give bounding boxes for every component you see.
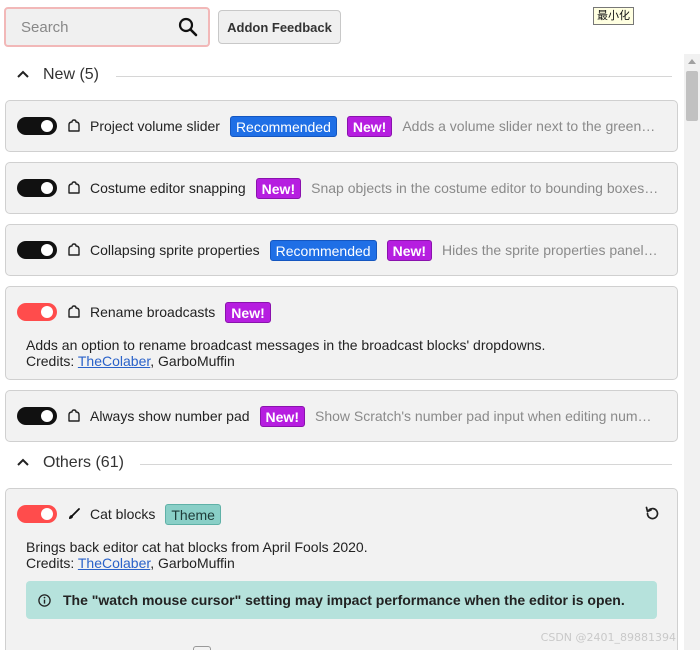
- addon-card-cat-blocks: Cat blocks Theme Brings back editor cat …: [5, 488, 678, 650]
- info-icon: [38, 593, 51, 607]
- addon-header: Costume editor snapping New! Snap object…: [6, 163, 677, 213]
- new-badge: New!: [259, 405, 305, 427]
- puzzle-icon: [68, 181, 80, 194]
- new-badge: New!: [346, 115, 393, 137]
- addon-card-collapsing-sprite-properties: Collapsing sprite properties Recommended…: [5, 224, 678, 276]
- addon-description: Hides the sprite properties panel by def…: [442, 242, 677, 258]
- addon-name: Costume editor snapping: [90, 180, 246, 196]
- credit-name: GarboMuffin: [158, 353, 235, 369]
- addon-description: Show Scratch's number pad input when edi…: [314, 408, 677, 424]
- scroll-thumb[interactable]: [686, 71, 698, 121]
- addon-card-project-volume-slider: Project volume slider Recommended New! A…: [5, 100, 678, 152]
- performance-notice: The "watch mouse cursor" setting may imp…: [26, 581, 657, 619]
- section-header-others[interactable]: Others (61): [0, 448, 684, 480]
- addon-name: Project volume slider: [90, 118, 220, 134]
- notice-text: The "watch mouse cursor" setting may imp…: [63, 592, 625, 608]
- enable-toggle[interactable]: [17, 407, 57, 425]
- addon-card-rename-broadcasts: Rename broadcasts New! Adds an option to…: [5, 286, 678, 380]
- brush-icon: [69, 508, 80, 519]
- addon-name: Collapsing sprite properties: [90, 242, 260, 258]
- addon-header: Collapsing sprite properties Recommended…: [6, 225, 677, 275]
- section-divider: [116, 76, 672, 77]
- new-badge: New!: [255, 177, 302, 199]
- new-badge: New!: [386, 239, 433, 261]
- enable-toggle[interactable]: [17, 303, 57, 321]
- section-header-new[interactable]: New (5): [0, 60, 684, 92]
- addon-card-always-show-number-pad: Always show number pad New! Show Scratch…: [5, 390, 678, 442]
- addon-details: Brings back editor cat hat blocks from A…: [26, 539, 368, 571]
- section-title: New (5): [43, 66, 100, 83]
- addon-description: Adds an option to rename broadcast messa…: [26, 337, 546, 353]
- addon-name: Cat blocks: [90, 506, 156, 522]
- credit-link-thecolaber[interactable]: TheColaber: [78, 555, 150, 571]
- chevron-up-icon[interactable]: [17, 458, 29, 466]
- chevron-up-icon[interactable]: [17, 70, 29, 78]
- search-icon[interactable]: [178, 17, 198, 37]
- puzzle-icon: [68, 409, 80, 422]
- addon-header: Cat blocks Theme: [6, 489, 677, 539]
- top-bar: Addon Feedback 最小化: [0, 0, 700, 54]
- addon-feedback-button[interactable]: Addon Feedback: [218, 10, 341, 44]
- new-badge: New!: [225, 301, 271, 323]
- addon-header: Always show number pad New! Show Scratch…: [6, 391, 677, 441]
- search-input[interactable]: [6, 9, 176, 45]
- puzzle-icon: [68, 119, 80, 132]
- enable-toggle[interactable]: [17, 505, 57, 523]
- enable-toggle[interactable]: [17, 179, 57, 197]
- enable-toggle[interactable]: [17, 241, 57, 259]
- credit-name: GarboMuffin: [158, 555, 235, 571]
- minimize-tooltip: 最小化: [593, 7, 634, 25]
- recommended-badge: Recommended: [269, 239, 377, 261]
- section-divider: [140, 464, 672, 465]
- addon-credits: Credits: TheColaber, GarboMuffin: [26, 555, 235, 571]
- addon-header: Rename broadcasts New!: [6, 287, 677, 337]
- addon-name: Rename broadcasts: [90, 304, 216, 320]
- theme-badge: Theme: [165, 503, 221, 525]
- credits-label: Credits:: [26, 353, 75, 369]
- addon-details: Adds an option to rename broadcast messa…: [26, 337, 545, 369]
- puzzle-icon: [68, 243, 80, 256]
- setting-checkbox[interactable]: [193, 646, 211, 650]
- section-title: Others (61): [43, 454, 124, 471]
- watermark: CSDN @2401_89881394: [540, 631, 676, 644]
- addon-description: Snap objects in the costume editor to bo…: [311, 180, 677, 196]
- addon-card-costume-editor-snapping: Costume editor snapping New! Snap object…: [5, 162, 678, 214]
- scrollbar[interactable]: [684, 54, 700, 650]
- addon-list: New (5) Project volume slider Recommende…: [0, 54, 684, 650]
- addon-credits: Credits: TheColaber, GarboMuffin: [26, 353, 235, 369]
- search-box: [4, 7, 210, 47]
- credit-link-thecolaber[interactable]: TheColaber: [78, 353, 150, 369]
- addon-header: Project volume slider Recommended New! A…: [6, 101, 677, 151]
- scroll-up-arrow-icon[interactable]: [688, 59, 696, 64]
- recommended-badge: Recommended: [229, 115, 337, 137]
- enable-toggle[interactable]: [17, 117, 57, 135]
- credits-label: Credits:: [26, 555, 75, 571]
- addon-name: Always show number pad: [90, 408, 250, 424]
- addon-description: Brings back editor cat hat blocks from A…: [26, 539, 368, 555]
- puzzle-icon: [68, 305, 80, 318]
- addon-description: Adds a volume slider next to the green f…: [402, 118, 672, 134]
- reset-icon[interactable]: [644, 505, 661, 522]
